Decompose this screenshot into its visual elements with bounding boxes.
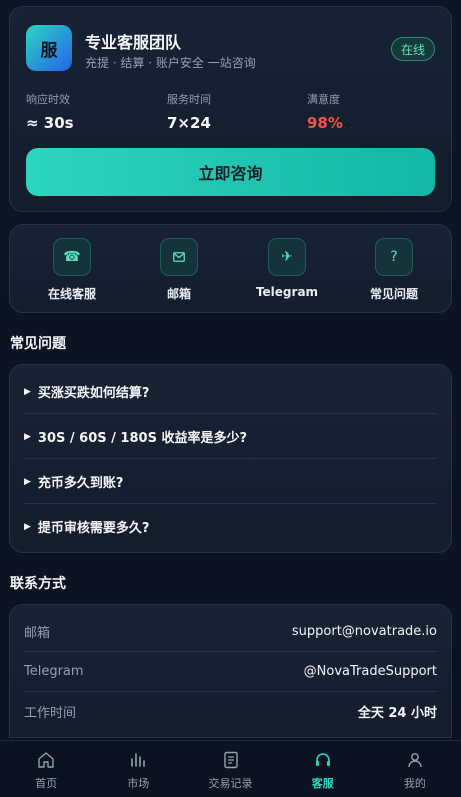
stat-label: 响应时效 (26, 93, 70, 106)
phone-icon: ☎ (53, 238, 91, 276)
contact-value[interactable]: support@novatrade.io (292, 624, 437, 639)
stat-service-hours: 服务时间 7×24 (167, 91, 211, 132)
contact-value[interactable]: @NovaTradeSupport (304, 664, 437, 679)
channel-label: 在线客服 (47, 287, 96, 301)
faq-question: 充币多久到账? (37, 476, 124, 491)
contact-row-email[interactable]: 邮箱 support@novatrade.io (24, 611, 437, 651)
stat-satisfaction: 满意度 98% (307, 91, 343, 132)
bottom-navigation: 首页 市场 交易记录 客服 我的 (0, 740, 461, 797)
contact-label: 邮箱 (24, 625, 51, 641)
headset-icon (315, 753, 330, 766)
channel-label: 常见问题 (369, 287, 418, 301)
channel-telegram[interactable]: ✈ Telegram (242, 238, 332, 299)
stat-value: 7×24 (167, 114, 211, 132)
nav-profile[interactable]: 我的 (369, 741, 461, 797)
nav-market[interactable]: 市场 (92, 741, 184, 797)
telegram-icon: ✈ (268, 238, 306, 276)
nav-label: 客服 (311, 777, 334, 790)
nav-label: 市场 (127, 777, 150, 790)
service-logo: 服 (26, 25, 72, 71)
hero-subtitle: 充提 · 结算 · 账户安全 一站咨询 (85, 56, 256, 70)
online-status-badge: 在线 (390, 37, 435, 61)
nav-label: 首页 (35, 777, 58, 790)
contact-info-card: 邮箱 support@novatrade.io Telegram @NovaTr… (9, 604, 452, 738)
channel-online-service[interactable]: ☎ 在线客服 (27, 238, 117, 302)
records-icon (223, 751, 238, 769)
channel-email[interactable]: 邮箱 (134, 238, 224, 302)
stat-value: 98% (307, 114, 343, 132)
faq-item[interactable]: ▶ 提币审核需要多久? (24, 504, 437, 549)
faq-section-title: 常见问题 (10, 336, 66, 352)
service-hero-card: 服 专业客服团队 充提 · 结算 · 账户安全 一站咨询 在线 响应时效 ≈ 3… (9, 6, 452, 212)
stat-value: ≈ 30s (26, 114, 74, 132)
contact-label: Telegram (24, 663, 84, 679)
nav-records[interactable]: 交易记录 (184, 741, 276, 797)
channel-label: 邮箱 (166, 287, 191, 301)
stat-label: 满意度 (307, 93, 340, 106)
contact-channels-card: ☎ 在线客服 邮箱 ✈ Telegram ? 常见问题 (9, 224, 452, 313)
stat-response-time: 响应时效 ≈ 30s (26, 91, 74, 132)
faq-question: 30S / 60S / 180S 收益率是多少? (37, 431, 247, 446)
user-icon (408, 753, 422, 768)
faq-list: ▶ 买涨买跌如何结算? ▶ 30S / 60S / 180S 收益率是多少? ▶… (9, 364, 452, 553)
mail-icon (160, 238, 198, 276)
faq-item[interactable]: ▶ 充币多久到账? (24, 459, 437, 504)
faq-item[interactable]: ▶ 买涨买跌如何结算? (24, 369, 437, 414)
stat-label: 服务时间 (167, 93, 211, 106)
consult-now-button[interactable]: 立即咨询 (26, 148, 435, 196)
market-icon (131, 753, 146, 767)
expand-triangle-icon: ▶ (24, 521, 31, 532)
contact-section-title: 联系方式 (10, 576, 66, 592)
expand-triangle-icon: ▶ (24, 386, 31, 397)
nav-label: 交易记录 (208, 777, 253, 790)
faq-item[interactable]: ▶ 30S / 60S / 180S 收益率是多少? (24, 414, 437, 459)
expand-triangle-icon: ▶ (24, 431, 31, 442)
expand-triangle-icon: ▶ (24, 476, 31, 487)
faq-question: 买涨买跌如何结算? (37, 386, 150, 401)
question-icon: ? (375, 238, 413, 276)
contact-label: 工作时间 (24, 705, 77, 721)
nav-home[interactable]: 首页 (0, 741, 92, 797)
contact-value: 全天 24 小时 (357, 705, 437, 721)
faq-question: 提币审核需要多久? (37, 521, 150, 536)
channel-label: Telegram (255, 285, 319, 299)
home-icon (38, 752, 54, 768)
nav-customer-service[interactable]: 客服 (277, 741, 369, 797)
channel-faq[interactable]: ? 常见问题 (349, 238, 439, 302)
nav-label: 我的 (403, 777, 426, 790)
contact-row-telegram[interactable]: Telegram @NovaTradeSupport (24, 651, 437, 691)
contact-row-hours: 工作时间 全天 24 小时 (24, 691, 437, 731)
hero-title: 专业客服团队 (85, 33, 182, 52)
